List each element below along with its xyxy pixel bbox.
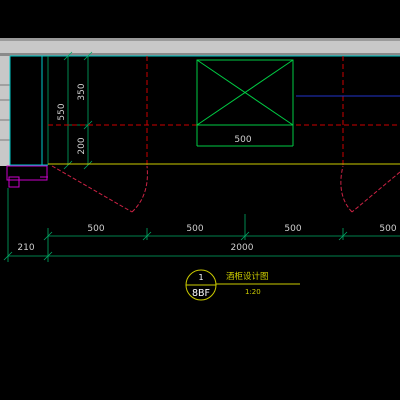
sheet-ref: 8BF xyxy=(192,288,210,299)
dim-box-500: 500 xyxy=(234,135,251,145)
dim-left-offset: 210 xyxy=(17,243,34,253)
left-post xyxy=(6,165,48,188)
door-swing-left xyxy=(51,165,148,213)
sink-box xyxy=(196,59,294,147)
dim-seg-2: 500 xyxy=(186,224,203,234)
detail-number: 1 xyxy=(198,273,203,282)
dim-200: 200 xyxy=(77,137,87,154)
door-swing-right xyxy=(340,165,400,213)
dim-seg-3: 500 xyxy=(284,224,301,234)
title-block: 1 8BF 酒柜设计图 1:20 xyxy=(185,269,300,301)
top-wall xyxy=(0,38,400,56)
dim-550: 550 xyxy=(57,103,67,120)
cabinet-outline xyxy=(9,55,400,166)
dim-seg-4: 500 xyxy=(379,224,396,234)
drawing-scale: 1:20 xyxy=(245,288,261,296)
cad-drawing: 550 350 200 500 500 500 500 500 210 2000… xyxy=(0,38,400,301)
hidden-lines xyxy=(48,56,400,165)
left-wall xyxy=(0,56,10,166)
dim-overall: 2000 xyxy=(231,243,254,253)
dim-350: 350 xyxy=(77,83,87,100)
dim-seg-1: 500 xyxy=(87,224,104,234)
drawing-title: 酒柜设计图 xyxy=(226,271,269,282)
